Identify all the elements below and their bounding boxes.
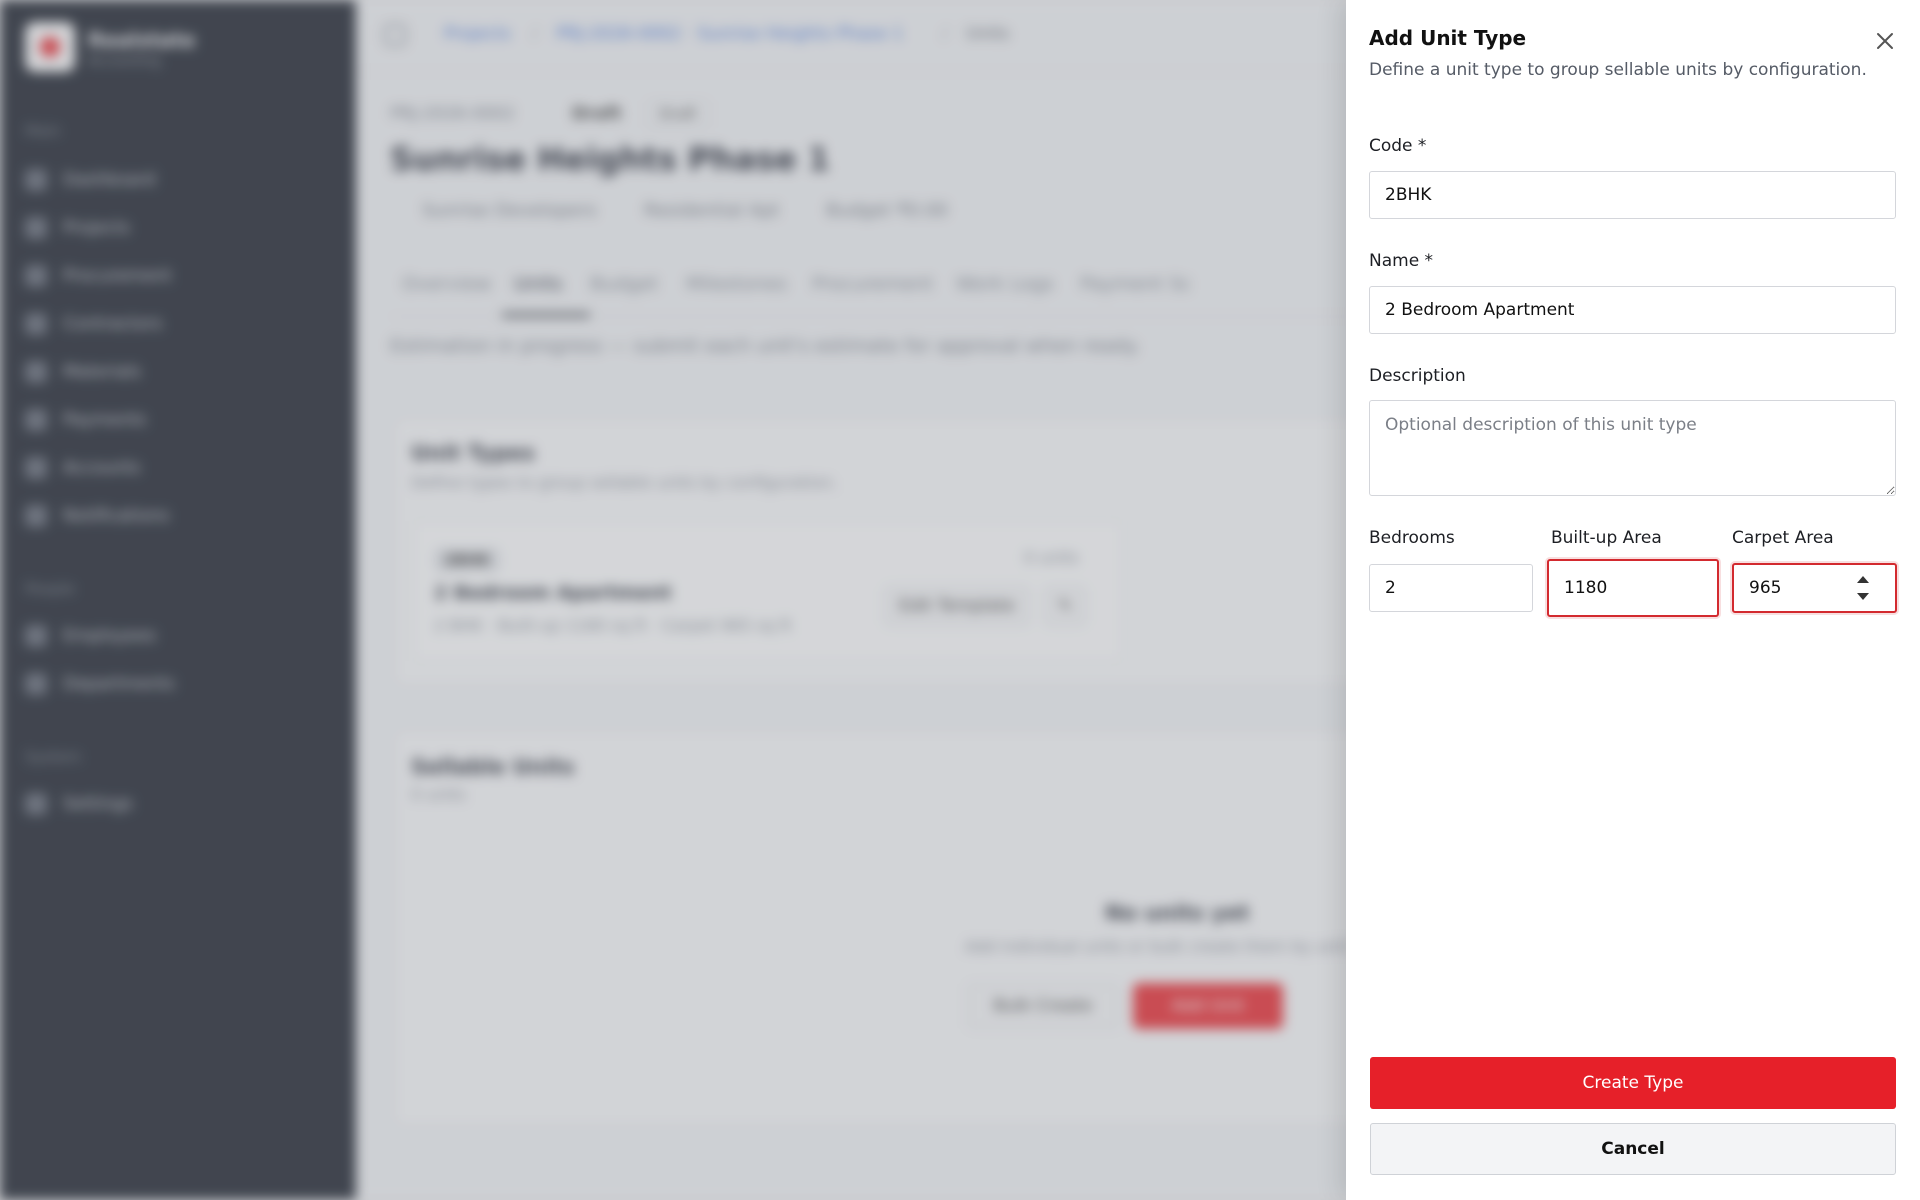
panel-description: Define a unit type to group sellable uni… (1369, 60, 1867, 80)
bedrooms-input[interactable] (1369, 564, 1533, 612)
create-type-button[interactable]: Create Type (1370, 1057, 1896, 1109)
stepper-up-icon[interactable] (1857, 576, 1869, 583)
bedrooms-label: Bedrooms (1369, 528, 1455, 548)
description-label: Description (1369, 366, 1466, 386)
name-input[interactable] (1369, 286, 1896, 334)
code-label: Code * (1369, 136, 1427, 156)
built-up-area-label: Built-up Area (1551, 528, 1662, 548)
cancel-button[interactable]: Cancel (1370, 1123, 1896, 1175)
carpet-area-stepper[interactable] (1856, 576, 1870, 600)
carpet-area-label: Carpet Area (1732, 528, 1834, 548)
stepper-down-icon[interactable] (1857, 593, 1869, 600)
code-input[interactable] (1369, 171, 1896, 219)
carpet-area-input[interactable] (1732, 563, 1897, 613)
built-up-area-input[interactable] (1547, 559, 1719, 617)
add-unit-type-panel: Add Unit Type Define a unit type to grou… (1346, 0, 1920, 1200)
name-label: Name * (1369, 251, 1434, 271)
description-textarea[interactable] (1369, 400, 1896, 496)
panel-title: Add Unit Type (1369, 26, 1527, 50)
close-icon[interactable] (1872, 28, 1898, 54)
